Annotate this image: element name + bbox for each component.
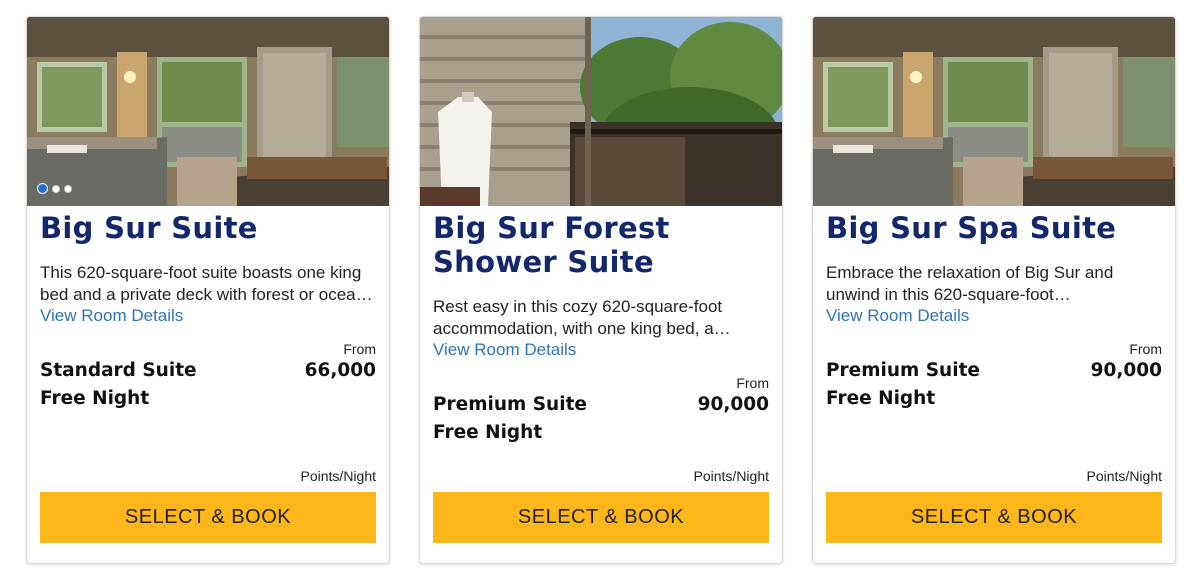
room-photo[interactable]: [813, 17, 1175, 206]
room-description: Rest easy in this cozy 620-square-foot a…: [433, 297, 723, 338]
carousel-dots[interactable]: [37, 183, 72, 194]
room-title: Big Sur Spa Suite: [826, 211, 1117, 245]
from-label: From: [1129, 341, 1162, 357]
room-photo[interactable]: [27, 17, 389, 206]
points-value: 66,000: [304, 360, 376, 381]
select-and-book-button[interactable]: SELECT & BOOK: [40, 492, 376, 543]
points-per-night-label: Points/Night: [693, 468, 769, 484]
from-label: From: [736, 375, 769, 391]
select-and-book-button[interactable]: SELECT & BOOK: [433, 492, 769, 543]
rate-name: Premium Suite Free Night: [826, 360, 980, 409]
bathroom-photo: [813, 17, 1175, 206]
carousel-dot[interactable]: [64, 184, 72, 193]
view-room-details-link[interactable]: View Room Details: [433, 339, 576, 361]
room-description: This 620-square-foot suite boasts one ki…: [40, 263, 366, 304]
points-per-night-label: Points/Night: [300, 468, 376, 484]
view-room-details-link[interactable]: View Room Details: [826, 305, 969, 327]
points-per-night-label: Points/Night: [1086, 468, 1162, 484]
room-description: Embrace the relaxation of Big Sur and un…: [826, 263, 1114, 304]
points-value: 90,000: [697, 394, 769, 415]
carousel-dot-active[interactable]: [37, 183, 48, 194]
rate-name: Standard Suite Free Night: [40, 360, 197, 409]
room-title: Big Sur Suite: [40, 211, 258, 245]
room-card-big-sur-suite: Big Sur Suite This 620-square-foot suite…: [26, 16, 390, 564]
bathroom-photo: [27, 17, 389, 206]
room-card-big-sur-spa-suite: Big Sur Spa Suite Embrace the relaxation…: [812, 16, 1176, 564]
room-card-big-sur-forest-shower-suite: Big Sur Forest Shower Suite Rest easy in…: [419, 16, 783, 564]
outdoor-shower-photo: [420, 17, 782, 206]
room-photo[interactable]: [420, 17, 782, 206]
rate-name: Premium Suite Free Night: [433, 394, 587, 443]
view-room-details-link[interactable]: View Room Details: [40, 305, 183, 327]
carousel-dot[interactable]: [52, 184, 60, 193]
points-value: 90,000: [1090, 360, 1162, 381]
room-title: Big Sur Forest Shower Suite: [433, 211, 670, 279]
select-and-book-button[interactable]: SELECT & BOOK: [826, 492, 1162, 543]
from-label: From: [343, 341, 376, 357]
